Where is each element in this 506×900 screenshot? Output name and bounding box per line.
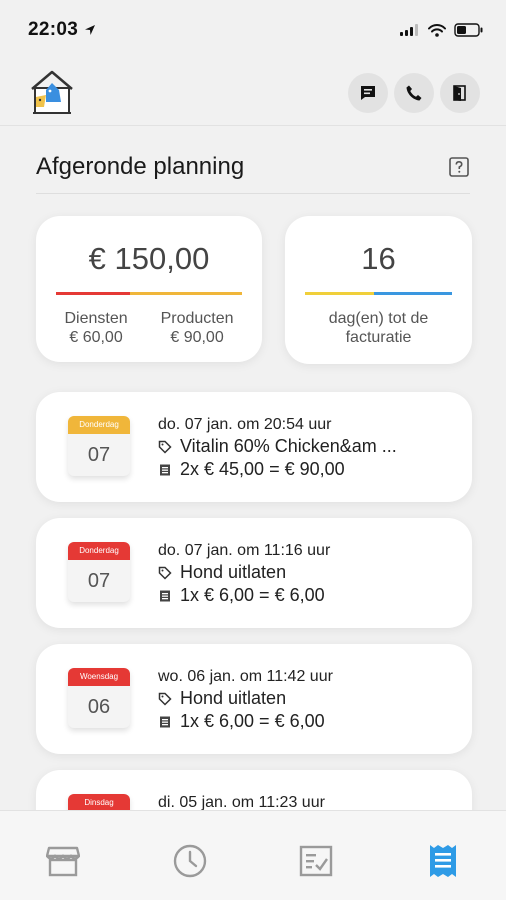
item-price-row: 2x € 45,00 = € 90,00 bbox=[158, 458, 458, 481]
days-bar-yellow bbox=[305, 292, 375, 295]
wifi-icon bbox=[428, 23, 446, 37]
chat-icon bbox=[361, 85, 375, 100]
store-icon bbox=[46, 846, 81, 877]
days-label: dag(en) tot de facturatie bbox=[329, 309, 429, 347]
days-label-line1: dag(en) tot de bbox=[328, 310, 429, 327]
days-label-line2: facturatie bbox=[345, 329, 412, 346]
item-name-row: Hond uitlaten bbox=[158, 687, 458, 710]
planning-item-card[interactable]: Woensdag 06 wo. 06 jan. om 11:42 uur Hon… bbox=[36, 644, 472, 754]
nav-tasks[interactable] bbox=[296, 841, 336, 881]
services-bar bbox=[56, 292, 131, 295]
item-name: Hond uitlaten bbox=[180, 688, 287, 708]
item-datetime: wo. 06 jan. om 11:42 uur bbox=[158, 668, 333, 685]
tag-icon bbox=[158, 692, 172, 706]
chat-button[interactable] bbox=[348, 72, 388, 113]
phone-button[interactable] bbox=[394, 72, 434, 113]
item-name: Vitalin 60% Chicken&am ... bbox=[180, 436, 397, 456]
days-summary-card: 16 dag(en) tot de facturatie bbox=[285, 216, 472, 364]
status-time: 22:03 bbox=[28, 19, 79, 40]
products-bar bbox=[130, 292, 242, 295]
item-price-row: 1x € 6,00 = € 6,00 bbox=[158, 584, 458, 607]
status-time-group: 22:03 bbox=[28, 19, 96, 41]
tag-icon bbox=[158, 440, 172, 454]
door-exit-icon bbox=[453, 84, 466, 101]
total-summary-card: € 150,00 Diensten € 60,00 Producten € 90… bbox=[36, 216, 262, 362]
receipt-small-icon bbox=[160, 716, 170, 727]
nav-history[interactable] bbox=[170, 841, 210, 881]
calendar-badge: Woensdag 06 bbox=[68, 668, 130, 728]
days-bar-blue bbox=[374, 292, 452, 295]
item-name: Hond uitlaten bbox=[180, 562, 287, 582]
page-title-row: Afgeronde planning bbox=[36, 140, 470, 194]
checklist-icon bbox=[300, 845, 333, 877]
tag-icon bbox=[158, 566, 172, 580]
battery-icon bbox=[454, 23, 483, 37]
calendar-badge: Donderdag 07 bbox=[68, 416, 130, 476]
clock-icon bbox=[173, 844, 206, 878]
bottom-nav bbox=[0, 810, 506, 900]
days-bar bbox=[305, 292, 452, 295]
services-amount: € 60,00 bbox=[69, 329, 123, 346]
calendar-badge: Donderdag 07 bbox=[68, 542, 130, 602]
planning-item-card[interactable]: Donderdag 07 do. 07 jan. om 20:54 uur Vi… bbox=[36, 392, 472, 502]
item-info: do. 07 jan. om 11:16 uur Hond uitlaten 1… bbox=[158, 540, 458, 607]
calendar-weekday: Donderdag bbox=[68, 416, 130, 434]
item-datetime: do. 07 jan. om 20:54 uur bbox=[158, 416, 332, 433]
products-summary: Producten € 90,00 bbox=[161, 309, 234, 347]
app-header bbox=[0, 60, 506, 126]
services-summary: Diensten € 60,00 bbox=[64, 309, 127, 347]
pet-house-logo[interactable] bbox=[26, 67, 78, 119]
products-amount: € 90,00 bbox=[170, 329, 224, 346]
item-price-row: 1x € 6,00 = € 6,00 bbox=[158, 710, 458, 733]
calendar-day: 07 bbox=[87, 444, 111, 466]
page-title: Afgeronde planning bbox=[36, 152, 245, 180]
item-price: 1x € 6,00 = € 6,00 bbox=[180, 711, 325, 731]
total-split-labels: Diensten € 60,00 Producten € 90,00 bbox=[36, 309, 262, 347]
days-label-group: dag(en) tot de facturatie bbox=[285, 309, 472, 347]
status-icons bbox=[400, 23, 484, 37]
item-info: wo. 06 jan. om 11:42 uur Hond uitlaten 1… bbox=[158, 666, 458, 733]
item-name-row: Hond uitlaten bbox=[158, 561, 458, 584]
item-info: do. 07 jan. om 20:54 uur Vitalin 60% Chi… bbox=[158, 414, 458, 481]
nav-store[interactable] bbox=[43, 841, 83, 881]
calendar-weekday: Donderdag bbox=[68, 542, 130, 560]
calendar-day: 06 bbox=[87, 696, 111, 718]
item-price: 1x € 6,00 = € 6,00 bbox=[180, 585, 325, 605]
total-split-bar bbox=[56, 292, 242, 295]
item-price: 2x € 45,00 = € 90,00 bbox=[180, 459, 345, 479]
header-actions bbox=[348, 72, 480, 113]
status-bar: 22:03 bbox=[0, 0, 506, 60]
receipt-icon bbox=[429, 845, 456, 877]
receipt-small-icon bbox=[160, 590, 170, 601]
item-name-row: Vitalin 60% Chicken&am ... bbox=[158, 435, 458, 458]
receipt-small-icon bbox=[160, 464, 170, 475]
logout-button[interactable] bbox=[440, 72, 480, 113]
services-label: Diensten bbox=[64, 310, 128, 327]
help-icon[interactable] bbox=[448, 156, 470, 178]
products-label: Producten bbox=[160, 310, 234, 327]
signal-icon bbox=[400, 24, 418, 36]
nav-invoices[interactable] bbox=[423, 841, 463, 881]
days-count: 16 bbox=[361, 241, 396, 276]
calendar-day: 07 bbox=[87, 570, 111, 592]
location-arrow-icon bbox=[85, 25, 96, 35]
total-amount: € 150,00 bbox=[88, 241, 210, 276]
calendar-weekday: Woensdag bbox=[68, 668, 130, 686]
planning-item-card[interactable]: Donderdag 07 do. 07 jan. om 11:16 uur Ho… bbox=[36, 518, 472, 628]
phone-icon bbox=[406, 85, 422, 100]
item-datetime: do. 07 jan. om 11:16 uur bbox=[158, 542, 331, 559]
